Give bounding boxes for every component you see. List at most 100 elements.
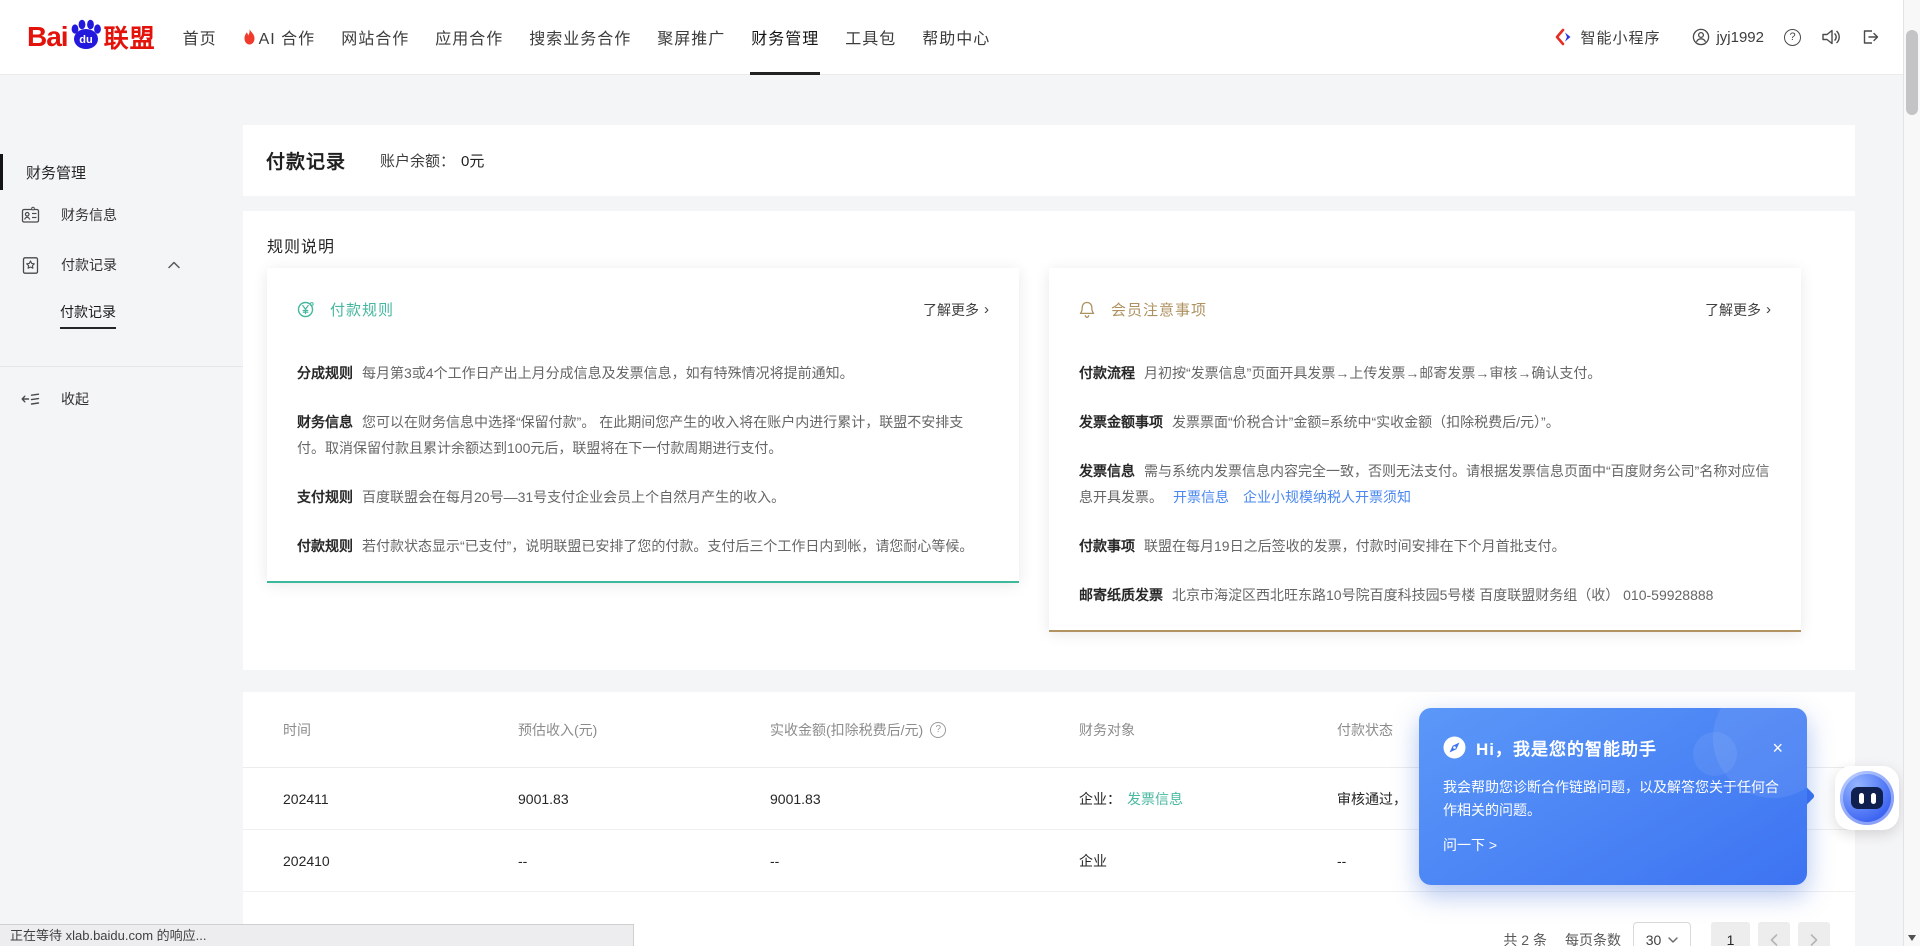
sidebar-item-label: 财务信息: [61, 205, 117, 225]
learn-more-link[interactable]: 了解更多 ›: [923, 300, 989, 320]
assistant-header: Hi，我是您的智能助手 ×: [1443, 735, 1783, 760]
yen-coin-icon: [297, 301, 314, 318]
assistant-popup: Hi，我是您的智能助手 × 我会帮助您诊断合作链路问题，以及解答您关于任何合作相…: [1419, 708, 1807, 885]
next-page-button[interactable]: [1798, 922, 1830, 946]
bell-icon: [1079, 301, 1095, 319]
card-header: 付款规则 了解更多 ›: [297, 299, 989, 320]
collapse-icon: [21, 391, 40, 407]
cell-time: 202411: [283, 791, 518, 807]
nav-item-help-center[interactable]: 帮助中心: [909, 0, 1003, 75]
sidebar-divider: [0, 366, 243, 367]
logo-text-bai: Bai: [27, 21, 68, 53]
close-icon[interactable]: ×: [1772, 739, 1783, 757]
card-title: 会员注意事项: [1111, 299, 1207, 320]
nav-item-finance[interactable]: 财务管理: [738, 0, 832, 75]
chevron-up-icon: [168, 261, 180, 269]
nav-item-website[interactable]: 网站合作: [328, 0, 422, 75]
nav-right: 智能小程序 jyj1992 ?: [1555, 27, 1880, 48]
chevron-down-icon: [1668, 937, 1678, 943]
announcement-button[interactable]: [1821, 28, 1841, 46]
robot-icon: [1840, 771, 1894, 825]
nav-item-search-business[interactable]: 搜索业务合作: [516, 0, 644, 75]
page-number-button[interactable]: 1: [1711, 922, 1750, 946]
username: jyj1992: [1716, 29, 1764, 46]
rule-item: 邮寄纸质发票北京市海淀区西北旺东路10号院百度科技园5号楼 百度联盟财务组（收）…: [1079, 582, 1771, 608]
sidebar-collapse-button[interactable]: 收起: [0, 374, 243, 424]
card-title: 付款规则: [330, 299, 394, 320]
cell-estimated: 9001.83: [518, 791, 770, 807]
cell-actual: --: [770, 853, 1079, 869]
cell-finance-object: 企业: [1079, 851, 1337, 871]
sidebar-item-payment-records[interactable]: 付款记录: [0, 240, 243, 290]
card-body: 付款流程月初按“发票信息”页面开具发票→上传发票→邮寄发票→审核→确认支付。 发…: [1079, 360, 1771, 608]
rule-item: 付款规则若付款状态显示“已支付”，说明联盟已安排了您的付款。支付后三个工作日内到…: [297, 533, 989, 559]
rule-item: 发票金额事项发票票面“价税合计”金额=系统中“实收金额（扣除税费后/元）”。: [1079, 409, 1771, 435]
scrollbar-thumb[interactable]: [1906, 30, 1918, 115]
page-title: 付款记录: [266, 147, 346, 174]
scroll-down-arrow-icon[interactable]: [1908, 935, 1916, 941]
chevron-right-icon: [1810, 934, 1818, 946]
flame-icon: [243, 29, 256, 45]
speaker-icon: [1821, 28, 1841, 46]
col-header-estimated: 预估收入(元): [518, 720, 770, 740]
rule-item: 发票信息需与系统内发票信息内容完全一致，否则无法支付。请根据发票信息页面中“百度…: [1079, 458, 1771, 510]
sidebar-subitem-payment-records[interactable]: 付款记录: [0, 290, 243, 340]
logo-text-du: du: [79, 34, 92, 46]
assistant-title: Hi，我是您的智能助手: [1476, 735, 1657, 760]
rules-title: 规则说明: [267, 233, 1801, 257]
browser-status-bar: 正在等待 xlab.baidu.com 的响应...: [0, 924, 634, 946]
member-notes-card: 会员注意事项 了解更多 › 付款流程月初按“发票信息”页面开具发票→上传发票→邮…: [1049, 268, 1801, 632]
card-body: 分成规则每月第3或4个工作日产出上月分成信息及发票信息，如有特殊情况将提前通知。…: [297, 360, 989, 559]
invoice-info-link[interactable]: 发票信息: [1127, 789, 1183, 809]
nav-item-app[interactable]: 应用合作: [422, 0, 516, 75]
nav-item-home[interactable]: 首页: [170, 0, 230, 75]
rule-item: 分成规则每月第3或4个工作日产出上月分成信息及发票信息，如有特殊情况将提前通知。: [297, 360, 989, 386]
logout-button[interactable]: [1861, 28, 1880, 46]
help-button[interactable]: ?: [1784, 29, 1801, 46]
card-header: 会员注意事项 了解更多 ›: [1079, 299, 1771, 320]
sidebar-item-label: 付款记录: [61, 255, 117, 275]
sidebar-item-finance-info[interactable]: 财务信息: [0, 190, 243, 240]
sidebar-section-finance[interactable]: 财务管理: [0, 154, 243, 190]
top-nav: Bai du 联盟 首页 AI 合作 网站合作 应用合作 搜索业务合作: [0, 0, 1920, 75]
badge-star-icon: [21, 256, 40, 275]
cell-actual: 9001.83: [770, 791, 1079, 807]
nav-item-toolkit[interactable]: 工具包: [832, 0, 909, 75]
balance-label: 账户余额：: [380, 150, 455, 171]
payment-rules-card: 付款规则 了解更多 › 分成规则每月第3或4个工作日产出上月分成信息及发票信息，…: [267, 268, 1019, 583]
chevron-right-icon: ›: [1766, 301, 1771, 318]
small-taxpayer-guide-link[interactable]: 企业小规模纳税人开票须知: [1243, 489, 1411, 505]
help-icon: ?: [1784, 29, 1801, 46]
assistant-fab[interactable]: [1835, 766, 1899, 830]
assistant-body: 我会帮助您诊断合作链路问题，以及解答您关于任何合作相关的问题。: [1443, 776, 1783, 822]
assistant-ask-link[interactable]: 问一下 >: [1443, 835, 1783, 855]
cell-estimated: --: [518, 853, 770, 869]
screen: Bai du 联盟 首页 AI 合作 网站合作 应用合作 搜索业务合作: [0, 0, 1920, 946]
total-count: 共 2 条: [1503, 930, 1547, 946]
cell-finance-object: 企业： 发票信息: [1079, 789, 1337, 809]
per-page-select[interactable]: 30: [1633, 922, 1691, 946]
id-card-icon: [21, 206, 40, 225]
nav-item-ai[interactable]: AI 合作: [230, 0, 329, 75]
rule-item: 付款流程月初按“发票信息”页面开具发票→上传发票→邮寄发票→审核→确认支付。: [1079, 360, 1771, 386]
scrollbar[interactable]: [1903, 0, 1920, 946]
chevron-right-icon: ›: [984, 301, 989, 318]
col-header-actual: 实收金额(扣除税费后/元) ?: [770, 720, 1079, 740]
nav-item-screen-promo[interactable]: 聚屏推广: [644, 0, 738, 75]
logo-text-union: 联盟: [104, 19, 156, 55]
smart-program-label: 智能小程序: [1580, 27, 1660, 48]
rule-item: 支付规则百度联盟会在每月20号—31号支付企业会员上个自然月产生的收入。: [297, 484, 989, 510]
learn-more-link[interactable]: 了解更多 ›: [1705, 300, 1771, 320]
balance-value: 0元: [461, 150, 484, 171]
user-account[interactable]: jyj1992: [1692, 28, 1764, 46]
smart-mini-program[interactable]: 智能小程序: [1555, 27, 1660, 48]
cell-time: 202410: [283, 853, 518, 869]
info-icon[interactable]: ?: [930, 722, 946, 738]
invoice-info-link[interactable]: 开票信息: [1173, 489, 1229, 505]
user-icon: [1692, 28, 1710, 46]
per-page-label: 每页条数: [1565, 930, 1621, 946]
sidebar-collapse-label: 收起: [61, 389, 89, 409]
col-header-time: 时间: [283, 720, 518, 740]
baidu-union-logo[interactable]: Bai du 联盟: [27, 19, 156, 55]
prev-page-button[interactable]: [1758, 922, 1790, 946]
